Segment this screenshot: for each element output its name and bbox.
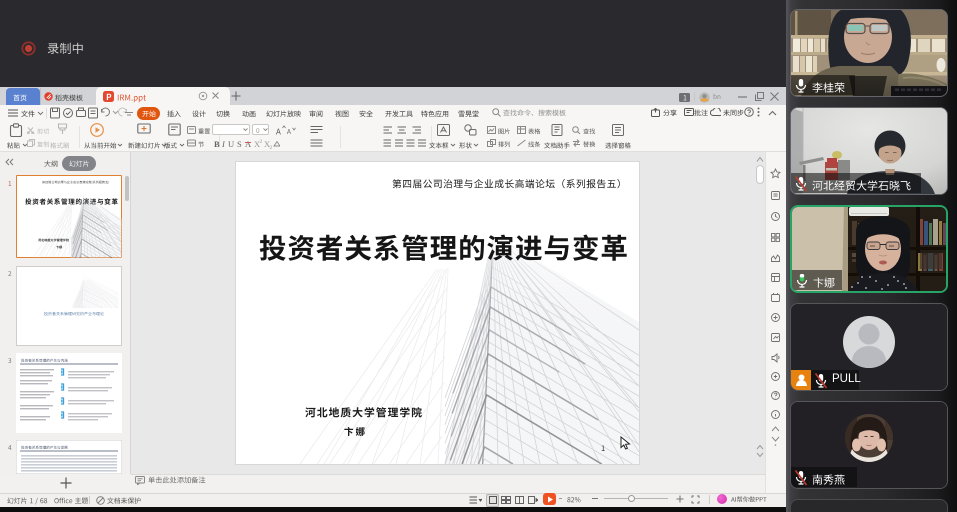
- svg-text:I: I: [221, 139, 226, 149]
- svg-text:B: B: [214, 139, 220, 149]
- svg-text:S: S: [237, 139, 242, 149]
- svg-text:2: 2: [260, 139, 263, 145]
- svg-text:A: A: [245, 139, 252, 149]
- svg-text:U: U: [228, 139, 234, 149]
- svg-text:2: 2: [270, 145, 273, 149]
